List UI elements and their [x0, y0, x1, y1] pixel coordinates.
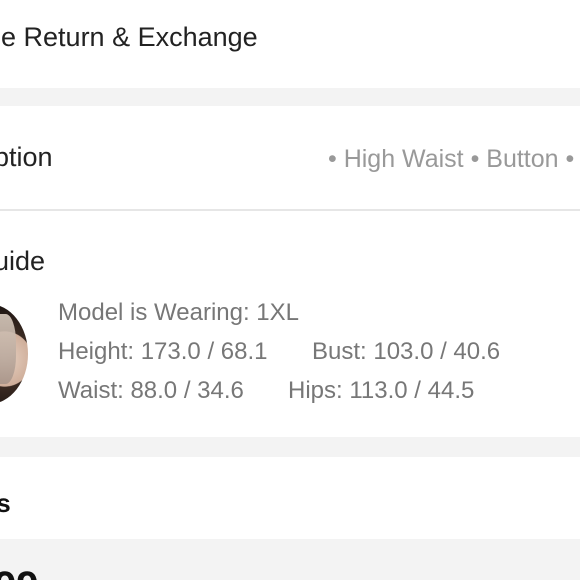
model-hair-graphic	[0, 314, 16, 384]
reviews-title: ws	[0, 488, 11, 518]
description-tags: • High Waist • Button •	[328, 145, 575, 173]
model-avatar	[0, 304, 28, 404]
description-row[interactable]: ption • High Waist • Button •	[0, 106, 580, 209]
size-guide-section[interactable]: uide Model is Wearing: 1XL Height: 173.0…	[0, 211, 580, 437]
reviews-header-row[interactable]: ws	[0, 457, 580, 539]
free-return-exchange-row[interactable]: ee Return & Exchange	[0, 0, 580, 88]
model-bust-text: Bust: 103.0 / 40.6	[312, 338, 501, 365]
section-divider	[0, 437, 580, 457]
product-detail-page: ee Return & Exchange ption • High Waist …	[0, 0, 580, 580]
size-guide-title: uide	[0, 246, 46, 276]
model-waist-text: Waist: 88.0 / 34.6	[58, 377, 244, 404]
section-divider	[0, 88, 580, 106]
reviews-summary-area: 99	[0, 539, 580, 580]
rating-score-partial: 99	[0, 566, 39, 580]
description-label: ption	[0, 142, 53, 172]
model-wearing-text: Model is Wearing: 1XL	[58, 299, 300, 326]
model-height-text: Height: 173.0 / 68.1	[58, 338, 268, 365]
model-hips-text: Hips: 113.0 / 44.5	[288, 377, 475, 404]
return-exchange-label: ee Return & Exchange	[0, 22, 258, 52]
